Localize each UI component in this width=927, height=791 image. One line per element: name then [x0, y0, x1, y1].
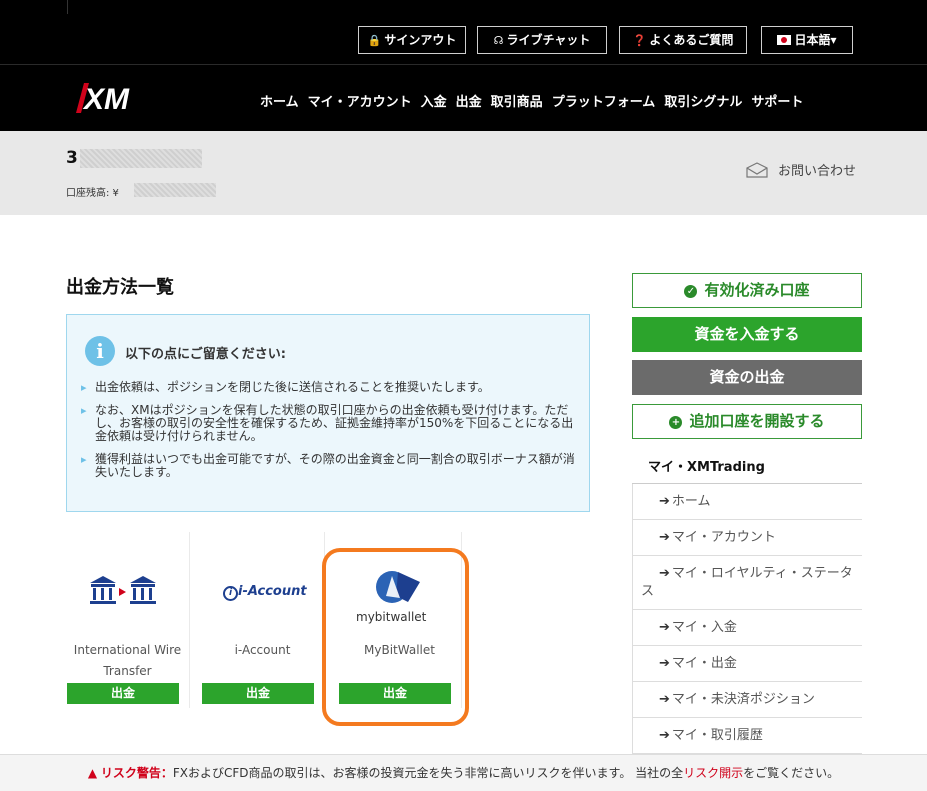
plus-circle-icon: + [669, 416, 683, 429]
arrow-right-icon: ➔ [659, 620, 670, 635]
notice-item: なお、XMはポジションを保有した状態の取引口座からの出金依頼も受け付けます。ただ… [81, 404, 581, 443]
signout-button[interactable]: 🔒 サインアウト [358, 26, 466, 54]
risk-warning-text-end: をご覧ください。 [743, 766, 840, 780]
nav-deposit[interactable]: 入金 [421, 91, 447, 111]
risk-warning-text: FXおよびCFD商品の取引は、お客様の投資元金を失う非常に高いリスクを伴います。… [172, 766, 684, 780]
sidebar-item-loyalty[interactable]: ➔ マイ・ロイヤルティ・ステータス [632, 556, 862, 610]
method-label: International Wire Transfer [73, 643, 182, 678]
page-title: 出金方法一覧 [66, 277, 174, 298]
nav-support[interactable]: サポート [751, 91, 803, 111]
nav-my-account[interactable]: マイ・アカウント [308, 91, 412, 111]
sidebar-heading: マイ・XMTrading [632, 454, 862, 484]
withdraw-button[interactable]: 出金 [202, 683, 314, 704]
arrow-right-icon: ➔ [659, 566, 670, 581]
envelope-icon [746, 161, 768, 178]
contact-link[interactable]: お問い合わせ [746, 160, 856, 179]
sidebar-item-open-positions[interactable]: ➔ マイ・未決済ポジション [632, 682, 862, 718]
redacted-account-number [80, 149, 202, 168]
withdraw-button[interactable]: 出金 [67, 683, 179, 704]
nav-home[interactable]: ホーム [260, 91, 299, 111]
notice-item: 獲得利益はいつでも出金可能ですが、その際の出金資金と同一割合の取引ボーナス額が消… [81, 453, 581, 479]
open-additional-account-button[interactable]: + 追加口座を開設する [632, 404, 862, 439]
sidebar-item-trade-history[interactable]: ➔ マイ・取引履歴 [632, 718, 862, 754]
redacted-balance [134, 183, 216, 197]
svg-text:XM: XM [82, 83, 130, 113]
sidebar-item-my-withdrawal[interactable]: ➔ マイ・出金 [632, 646, 862, 682]
risk-warning-label: リスク警告： [100, 766, 173, 780]
live-chat-button[interactable]: ☊ ライブチャット [477, 26, 607, 54]
main-navigation: ホーム マイ・アカウント 入金 出金 取引商品 プラットフォーム 取引シグナル … [260, 91, 812, 111]
verified-account-button[interactable]: ✓ 有効化済み口座 [632, 273, 862, 308]
risk-warning-bar: ▲ リスク警告：FXおよびCFD商品の取引は、お客様の投資元金を失う非常に高いリ… [0, 754, 927, 791]
account-summary: 3 口座残高: ¥ お問い合わせ [0, 131, 927, 215]
notice-item: 出金依頼は、ポジションを閉じた後に送信されることを推奨いたします。 [81, 381, 581, 395]
arrow-right-icon: ➔ [659, 494, 670, 509]
warning-icon: ▲ [87, 766, 98, 780]
risk-disclosure-link[interactable]: リスク開示 [683, 766, 743, 780]
question-icon: ❓ [632, 34, 647, 47]
header-divider-line [0, 64, 927, 65]
check-circle-icon: ✓ [684, 285, 698, 298]
method-international-wire[interactable]: International Wire Transfer 出金 [66, 532, 190, 708]
info-icon: i [85, 336, 115, 366]
arrow-right-icon: ➔ [659, 692, 670, 707]
arrow-right-icon: ➔ [659, 728, 670, 743]
highlight-annotation [322, 548, 469, 726]
method-label: i-Account [234, 643, 291, 657]
xm-logo[interactable]: XM [76, 83, 140, 113]
arrow-right-icon: ➔ [659, 656, 670, 671]
account-balance-label: 口座残高: ¥ [66, 188, 119, 199]
nav-trading-signals[interactable]: 取引シグナル [664, 91, 742, 111]
notice-box: i 以下の点にご留意ください: 出金依頼は、ポジションを閉じた後に送信されること… [66, 314, 590, 512]
notice-list: 出金依頼は、ポジションを閉じた後に送信されることを推奨いたします。 なお、XMは… [81, 381, 581, 489]
chevron-down-icon: ▾ [830, 33, 837, 47]
arrow-right-icon: ➔ [659, 530, 670, 545]
notice-title: 以下の点にご留意ください: [125, 347, 286, 362]
withdraw-funds-button[interactable]: 資金の出金 [632, 360, 862, 395]
method-i-account[interactable]: i i-Account i-Account 出金 [201, 532, 325, 708]
japan-flag-icon [777, 35, 792, 45]
headset-icon: ☊ [493, 34, 504, 47]
nav-instruments[interactable]: 取引商品 [491, 91, 543, 111]
account-number: 3 [66, 148, 78, 168]
i-account-logo: i i-Account [223, 584, 307, 601]
sidebar-navigation: マイ・XMTrading ➔ ホーム ➔ マイ・アカウント ➔ マイ・ロイヤルティ・ス… [632, 454, 862, 754]
sidebar-item-home[interactable]: ➔ ホーム [632, 484, 862, 520]
language-selector[interactable]: 日本語▾ [761, 26, 853, 54]
bank-icon [90, 576, 156, 604]
nav-platforms[interactable]: プラットフォーム [552, 91, 656, 111]
lock-icon: 🔒 [367, 34, 382, 47]
sidebar-item-my-account[interactable]: ➔ マイ・アカウント [632, 520, 862, 556]
top-header: 🔒 サインアウト ☊ ライブチャット ❓ よくあるご質問 日本語▾ XM ホーム マイ… [0, 0, 927, 131]
nav-withdraw[interactable]: 出金 [456, 91, 482, 111]
faq-button[interactable]: ❓ よくあるご質問 [619, 26, 747, 54]
header-divider [67, 0, 68, 14]
sidebar-item-my-deposit[interactable]: ➔ マイ・入金 [632, 610, 862, 646]
deposit-funds-button[interactable]: 資金を入金する [632, 317, 862, 352]
